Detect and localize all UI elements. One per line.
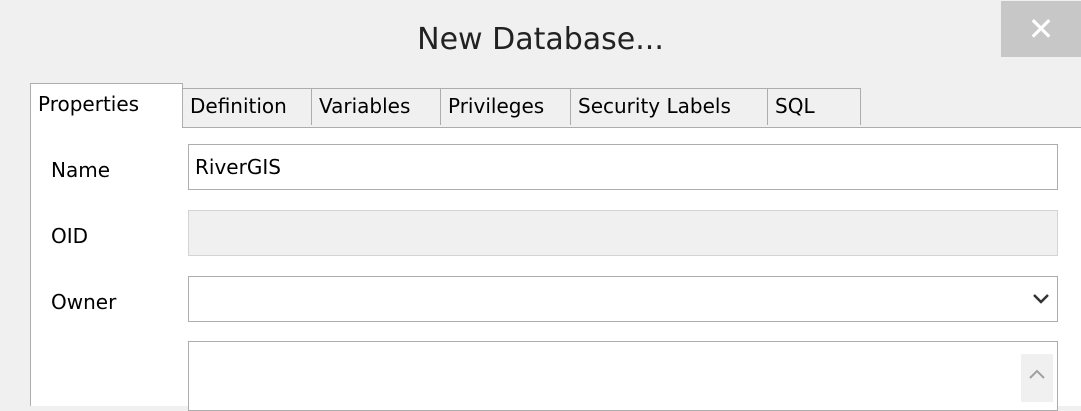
tab-properties[interactable]: Properties bbox=[30, 83, 183, 128]
tab-security-labels[interactable]: Security Labels bbox=[570, 88, 768, 125]
tab-sql[interactable]: SQL bbox=[767, 88, 861, 125]
chevron-up-icon bbox=[1029, 369, 1045, 379]
chevron-down-icon[interactable] bbox=[1031, 289, 1051, 309]
dialog-title: New Database... bbox=[417, 22, 664, 57]
dialog-body: Properties Definition Variables Privileg… bbox=[30, 80, 1081, 411]
tab-definition[interactable]: Definition bbox=[182, 88, 312, 125]
name-input[interactable]: RiverGIS bbox=[188, 144, 1058, 190]
scrollbar-up-button[interactable] bbox=[1021, 354, 1053, 402]
comment-textarea[interactable] bbox=[188, 341, 1058, 411]
new-database-dialog: New Database... ✕ Properties Definition … bbox=[0, 0, 1081, 411]
tab-variables[interactable]: Variables bbox=[311, 88, 441, 125]
tab-privileges[interactable]: Privileges bbox=[440, 88, 571, 125]
name-label: Name bbox=[51, 158, 111, 182]
title-bar: New Database... ✕ bbox=[0, 0, 1081, 80]
owner-select[interactable] bbox=[188, 276, 1058, 322]
owner-label: Owner bbox=[51, 290, 117, 314]
close-button[interactable]: ✕ bbox=[1001, 1, 1081, 57]
tab-strip: Properties Definition Variables Privileg… bbox=[30, 80, 1081, 130]
close-icon: ✕ bbox=[1027, 10, 1055, 48]
properties-panel: Name RiverGIS OID Owner bbox=[30, 127, 1081, 411]
oid-input bbox=[188, 210, 1058, 256]
oid-label: OID bbox=[51, 224, 89, 248]
